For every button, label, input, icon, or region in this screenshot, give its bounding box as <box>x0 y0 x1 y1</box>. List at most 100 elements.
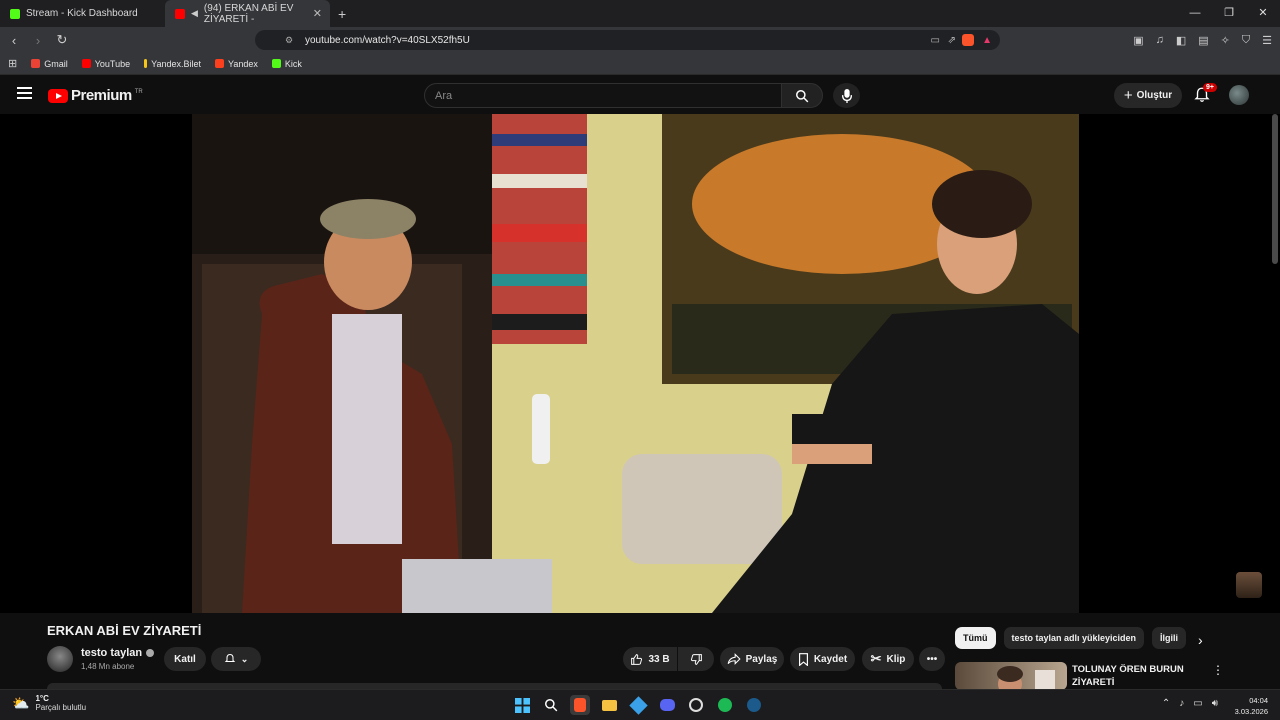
network-app-icon[interactable] <box>628 695 648 715</box>
video-title: ERKAN ABİ EV ZİYARETİ <box>47 623 202 638</box>
file-explorer-icon[interactable] <box>599 695 619 715</box>
thumbs-up-icon <box>631 653 643 665</box>
apps-grid-icon[interactable]: ⊞ <box>8 57 17 70</box>
bookmark-gmail[interactable]: Gmail <box>31 59 68 69</box>
screenshot-icon[interactable]: ▣ <box>1133 34 1143 47</box>
hamburger-menu-icon[interactable] <box>17 87 32 99</box>
dislike-button[interactable] <box>678 647 714 671</box>
youtube-play-icon <box>48 88 68 103</box>
chip-related[interactable]: İlgili <box>1152 627 1187 649</box>
miniplayer-thumbnail[interactable] <box>1236 572 1262 598</box>
obs-icon[interactable] <box>686 695 706 715</box>
minimize-button[interactable]: — <box>1178 0 1212 27</box>
sidebar-icon[interactable]: ◧ <box>1176 34 1186 47</box>
brave-shield-icon[interactable] <box>962 34 974 46</box>
site-info-icon[interactable]: ⚙ <box>285 35 293 46</box>
search-button[interactable] <box>781 83 823 108</box>
rewards-icon[interactable]: ▲ <box>982 35 992 46</box>
bookmark-youtube[interactable]: YouTube <box>81 59 130 69</box>
cast-icon[interactable]: ▭ <box>931 35 940 46</box>
close-tab-icon[interactable]: ✕ <box>313 7 322 20</box>
join-button[interactable]: Katıl <box>164 647 206 671</box>
channel-name[interactable]: testo taylan <box>81 647 155 659</box>
page-scrollbar[interactable] <box>1272 114 1278 264</box>
taskbar-apps <box>512 695 764 715</box>
reload-button[interactable]: ↻ <box>52 32 72 48</box>
url-bar[interactable]: ⚙ youtube.com/watch?v=40SLX52fh5U ▭ ⇗ ▲ <box>255 30 1000 50</box>
system-clock[interactable]: 04:04 3.03.2026 <box>1235 695 1268 717</box>
menu-icon[interactable]: ☰ <box>1262 34 1272 47</box>
display-tray-icon[interactable]: ▭ <box>1193 698 1202 709</box>
verified-icon <box>146 649 155 657</box>
search-input[interactable] <box>425 84 765 107</box>
discord-icon[interactable] <box>657 695 677 715</box>
chevron-down-icon: ⌄ <box>240 653 249 664</box>
more-vertical-icon[interactable]: ⋮ <box>1212 663 1224 677</box>
new-tab-button[interactable]: + <box>338 6 346 22</box>
like-button[interactable]: 33 B <box>623 647 677 671</box>
youtube-header: Premium TR + Oluştur 9+ <box>0 76 1280 114</box>
gmail-icon <box>31 59 41 68</box>
bookmark-kick[interactable]: Kick <box>271 59 302 69</box>
volume-icon[interactable]: 🔊︎ <box>1212 698 1218 709</box>
youtube-premium-logo[interactable]: Premium TR <box>48 87 143 104</box>
related-filter-chips: Tümü testo taylan adlı yükleyiciden İlgi… <box>955 627 1187 649</box>
share-arrow-icon <box>727 653 741 665</box>
video-player[interactable] <box>0 114 1280 613</box>
restore-button[interactable]: ❐ <box>1212 0 1246 27</box>
youtube-favicon-icon <box>175 8 185 19</box>
bell-icon <box>224 653 235 662</box>
windows-taskbar: ⛅ 1°C Parçalı bulutlu ⌃ ♪ ▭ 🔊︎ 04:04 3.0… <box>0 689 1280 720</box>
thumbnail-image <box>997 666 1055 690</box>
subscription-bell-button[interactable]: ⌄ <box>211 647 261 671</box>
tab-kick-dashboard[interactable]: Stream - Kick Dashboard <box>0 0 165 27</box>
weather-widget[interactable]: ⛅ 1°C Parçalı bulutlu <box>12 694 86 712</box>
wallet-icon[interactable]: ▤ <box>1198 34 1208 47</box>
tab-label: (94) ERKAN ABİ EV ZİYARETİ - <box>203 2 294 25</box>
steam-icon[interactable] <box>744 695 764 715</box>
back-button[interactable]: ‹ <box>4 33 24 48</box>
yandex-icon <box>214 59 224 68</box>
browser-extensions: ▣ ♫ ◧ ▤ ✧ ⛉ ☰ <box>1133 27 1272 53</box>
search-icon <box>796 89 809 102</box>
share-icon[interactable]: ⇗ <box>948 35 956 46</box>
search-box <box>424 83 782 108</box>
chip-from-uploader[interactable]: testo taylan adlı yükleyiciden <box>1003 627 1145 649</box>
kick-favicon-icon <box>10 8 20 19</box>
recommended-video-thumbnail[interactable] <box>955 662 1067 690</box>
more-actions-button[interactable]: ••• <box>919 647 945 671</box>
user-avatar[interactable] <box>1229 85 1249 105</box>
voice-search-button[interactable] <box>833 83 860 108</box>
bookmark-yandex-bilet[interactable]: Yandex.Bilet <box>144 59 201 69</box>
plus-icon: + <box>1123 87 1133 104</box>
search-taskbar-icon[interactable] <box>541 695 561 715</box>
windows-start-icon[interactable] <box>512 695 532 715</box>
save-button[interactable]: Kaydet <box>790 647 855 671</box>
tab-label: Stream - Kick Dashboard <box>26 8 138 19</box>
channel-avatar[interactable] <box>47 646 73 672</box>
music-icon[interactable]: ♫ <box>1156 34 1164 46</box>
mic-tray-icon[interactable]: ♪ <box>1179 698 1184 709</box>
spotify-icon[interactable] <box>715 695 735 715</box>
bookmark-save-icon <box>798 652 808 666</box>
recommended-video-title[interactable]: TOLUNAY ÖREN BURUN ZİYARETİ <box>1072 663 1192 689</box>
browser-tab-bar: Stream - Kick Dashboard ◀ (94) ERKAN ABİ… <box>0 0 1280 27</box>
chevron-right-icon[interactable]: › <box>1198 632 1203 648</box>
close-window-button[interactable]: ✕ <box>1246 0 1280 27</box>
yandex-bilet-icon <box>144 59 148 68</box>
brave-browser-icon[interactable] <box>570 695 590 715</box>
create-button[interactable]: + Oluştur <box>1114 83 1182 108</box>
leo-icon[interactable]: ✧ <box>1221 34 1230 47</box>
forward-button[interactable]: › <box>28 33 48 48</box>
system-tray: ⌃ ♪ ▭ 🔊︎ <box>1162 698 1218 709</box>
address-toolbar: ‹ › ↻ ▯ ⚙ youtube.com/watch?v=40SLX52fh5… <box>0 27 1280 53</box>
chevron-up-icon[interactable]: ⌃ <box>1162 698 1170 709</box>
bookmark-yandex[interactable]: Yandex <box>214 59 258 69</box>
vpn-icon[interactable]: ⛉ <box>1242 34 1250 47</box>
partly-cloudy-icon: ⛅ <box>12 694 30 711</box>
clip-button[interactable]: ✂ Klip <box>862 647 914 671</box>
chip-all[interactable]: Tümü <box>955 627 996 649</box>
video-frame[interactable] <box>192 114 1079 613</box>
tab-youtube-video[interactable]: ◀ (94) ERKAN ABİ EV ZİYARETİ - ✕ <box>165 0 330 27</box>
share-button[interactable]: Paylaş <box>720 647 784 671</box>
